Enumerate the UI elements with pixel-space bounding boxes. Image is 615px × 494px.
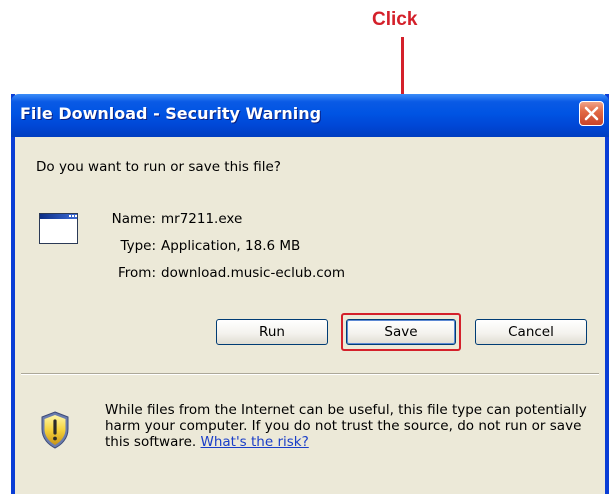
type-value: Application, 18.6 MB bbox=[161, 238, 301, 254]
shield-warning-icon bbox=[41, 411, 69, 449]
save-button[interactable]: Save bbox=[346, 319, 456, 345]
application-window-icon bbox=[39, 213, 78, 244]
cancel-button[interactable]: Cancel bbox=[475, 319, 587, 345]
file-download-dialog: File Download - Security Warning Do you … bbox=[11, 94, 609, 494]
dialog-title: File Download - Security Warning bbox=[20, 104, 322, 123]
from-label: From: bbox=[118, 265, 156, 281]
dialog-content: Do you want to run or save this file? Na… bbox=[15, 137, 605, 494]
name-value: mr7211.exe bbox=[161, 211, 243, 227]
from-value: download.music-eclub.com bbox=[161, 265, 346, 281]
click-callout-label: Click bbox=[372, 9, 418, 30]
whats-the-risk-link[interactable]: What's the risk? bbox=[201, 434, 309, 450]
name-label: Name: bbox=[111, 211, 156, 227]
close-icon bbox=[584, 106, 599, 121]
type-label: Type: bbox=[120, 238, 156, 254]
warning-message: While files from the Internet can be use… bbox=[105, 402, 595, 450]
run-button[interactable]: Run bbox=[216, 319, 328, 345]
title-bar[interactable]: File Download - Security Warning bbox=[11, 94, 609, 137]
question-text: Do you want to run or save this file? bbox=[36, 159, 281, 175]
warning-text: While files from the Internet can be use… bbox=[105, 402, 587, 450]
close-button[interactable] bbox=[579, 101, 604, 126]
